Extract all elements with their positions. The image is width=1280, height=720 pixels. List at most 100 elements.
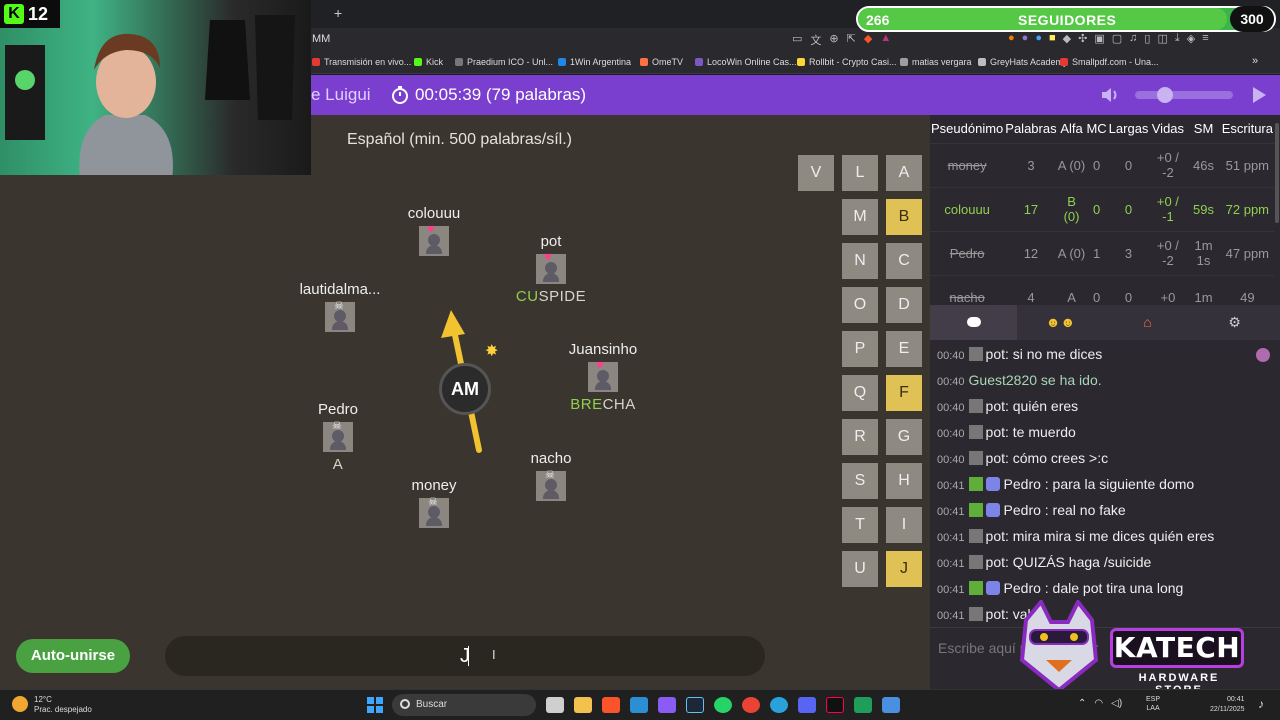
table-cell: A (0) — [1057, 230, 1086, 275]
language-indicator[interactable]: ESP LAA — [1146, 695, 1160, 713]
word-matched-part: CU — [515, 288, 539, 305]
extension-icon[interactable]: ● — [1022, 32, 1029, 45]
play-icon[interactable] — [1253, 87, 1266, 103]
scoreboard-column-header[interactable]: SM — [1186, 115, 1221, 143]
weather-sun-icon — [12, 696, 28, 712]
volume-slider[interactable] — [1135, 87, 1233, 103]
bookmark-item[interactable]: matias vergara — [900, 57, 972, 67]
bookmark-item[interactable]: Transmisión en vivo... — [312, 57, 411, 67]
bonus-letter-tile: P — [842, 331, 878, 367]
tab-settings[interactable]: ⚙ — [1191, 305, 1278, 340]
volume-icon[interactable] — [1101, 87, 1121, 103]
scoreboard-scrollbar[interactable] — [1275, 123, 1279, 223]
bookmark-item[interactable]: OmeTV — [640, 57, 683, 67]
app-icon[interactable] — [882, 697, 900, 713]
new-tab-button[interactable]: + — [334, 5, 342, 21]
scoreboard-column-header[interactable]: Palabras — [1004, 115, 1058, 143]
bookmark-item[interactable]: GreyHats Academy — [978, 57, 1068, 67]
chevron-up-icon[interactable]: ⌃ — [1078, 698, 1086, 709]
extension-icon[interactable]: ● — [1008, 32, 1015, 45]
bonus-letter-tile: H — [886, 463, 922, 499]
followers-label: SEGUIDORES — [1018, 12, 1117, 28]
kick-viewer-badge: K 12 — [0, 0, 60, 28]
chrome-icon[interactable] — [742, 697, 760, 713]
bookmarks-more-icon[interactable]: » — [1252, 55, 1258, 67]
discord-icon[interactable] — [798, 697, 816, 713]
tab-chat[interactable] — [930, 305, 1017, 340]
system-tray: ⌃ ◠ ◁) — [1078, 698, 1122, 709]
auto-join-button[interactable]: Auto-unirse — [16, 639, 130, 673]
scoreboard-column-header[interactable]: Escritura — [1220, 115, 1274, 143]
heart-icon: ♥ — [544, 249, 552, 264]
split-icon[interactable]: ◫ — [1157, 32, 1167, 45]
bonus-letter-tile: C — [886, 243, 922, 279]
file-explorer-icon[interactable] — [574, 697, 592, 713]
table-cell: colouuu — [930, 186, 1005, 231]
telegram-icon[interactable] — [770, 697, 788, 713]
whatsapp-icon[interactable] — [714, 697, 732, 713]
chat-bubble-icon — [966, 317, 981, 327]
vpn-icon[interactable]: ◈ — [1187, 32, 1195, 45]
bookmark-favicon-icon — [414, 58, 422, 66]
brave-shield-icon[interactable]: ◆ — [864, 32, 872, 48]
volume-slider-knob[interactable] — [1157, 87, 1173, 103]
wifi-icon[interactable]: ◠ — [1094, 698, 1103, 709]
notification-bell-icon[interactable]: ♪ — [1258, 697, 1264, 711]
avatar — [968, 399, 983, 413]
sidebar-icon[interactable]: ▯ — [1144, 32, 1150, 45]
extension-icon[interactable]: ✣ — [1078, 32, 1087, 45]
steam-icon[interactable] — [686, 697, 704, 713]
share-icon[interactable]: ⇱ — [847, 32, 856, 48]
tiktok-icon[interactable] — [826, 697, 844, 713]
tab-room[interactable]: ⌂ — [1104, 305, 1191, 340]
extension-icon[interactable]: ▣ — [1094, 32, 1104, 45]
vscode-icon[interactable] — [630, 697, 648, 713]
taskbar-search[interactable]: Buscar — [392, 694, 536, 716]
volume-tray-icon[interactable]: ◁) — [1111, 698, 1122, 709]
scoreboard-column-header[interactable]: Vidas — [1149, 115, 1187, 143]
scoreboard-column-header[interactable]: MC — [1085, 115, 1108, 143]
avatar — [1256, 348, 1270, 362]
download-icon[interactable]: ⤓ — [1175, 32, 1180, 45]
bookmark-item[interactable]: LocoWin Online Cas... — [695, 57, 797, 67]
clock-date: 22/11/2025 — [1210, 706, 1245, 713]
tab-players[interactable]: ☻☻ — [1017, 305, 1104, 340]
player-name: Juansinho — [568, 341, 638, 358]
scoreboard-column-header[interactable]: Largas — [1107, 115, 1150, 143]
cast-icon[interactable]: ▭ — [792, 32, 802, 48]
bookmark-label: Rollbit - Crypto Casi... — [809, 57, 897, 67]
table-row: colouuu 17 B (0) 0 0 +0 / -1 59s 72 ppm — [930, 186, 1274, 231]
bonus-letter-tile: S — [842, 463, 878, 499]
media-icon[interactable]: ♫ — [1129, 32, 1137, 45]
windows-start-icon[interactable] — [367, 697, 383, 713]
table-cell: 0 — [1085, 274, 1108, 305]
brave-rewards-icon[interactable]: ▲ — [880, 32, 891, 48]
sponsor-logo: KATECH HARDWARE STORE — [1010, 600, 1270, 696]
scoreboard-column-header[interactable]: Alfa — [1057, 115, 1086, 143]
task-view-icon[interactable] — [546, 697, 564, 713]
clock[interactable]: 00:41 22/11/2025 — [1210, 695, 1245, 715]
menu-icon[interactable]: ≡ — [1202, 32, 1208, 45]
extension-icon[interactable]: ◆ — [1063, 32, 1071, 45]
app-icon[interactable] — [658, 697, 676, 713]
brave-browser-icon[interactable] — [602, 697, 620, 713]
stopwatch-icon — [392, 86, 408, 104]
message-time: 00:40 — [937, 402, 965, 414]
weather-widget[interactable]: 12°C Prac. despejado — [12, 695, 92, 715]
game-header: e Luigui 00:05:39 (79 palabras) — [311, 75, 1280, 115]
translate-icon[interactable]: 文 — [810, 32, 821, 48]
bookmark-item[interactable]: Rollbit - Crypto Casi... — [797, 57, 897, 67]
bookmark-item[interactable]: Smallpdf.com - Una... — [1060, 57, 1159, 67]
excel-icon[interactable] — [854, 697, 872, 713]
url-text[interactable]: MM — [312, 33, 330, 45]
zoom-icon[interactable]: ⊕ — [829, 32, 838, 48]
bookmark-item[interactable]: Praedium ICO - Unl... — [455, 57, 553, 67]
table-cell: 0 — [1107, 142, 1150, 187]
extension-icon[interactable]: ▢ — [1112, 32, 1122, 45]
bookmark-item[interactable]: 1Win Argentina — [558, 57, 631, 67]
bookmark-item[interactable]: Kick — [414, 57, 443, 67]
extension-icon[interactable]: ■ — [1049, 32, 1056, 45]
word-input[interactable]: J I — [165, 636, 765, 676]
scoreboard-column-header[interactable]: Pseudónimo — [930, 115, 1005, 143]
extension-icon[interactable]: ● — [1035, 32, 1042, 45]
